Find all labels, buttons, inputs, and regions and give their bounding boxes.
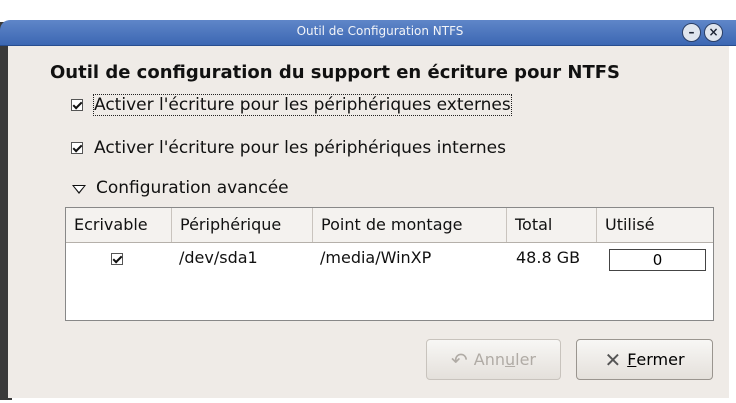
cancel-label-mnemonic: u <box>504 350 516 369</box>
window-title: Outil de Configuration NTFS <box>296 24 464 38</box>
col-used[interactable]: Utilisé <box>597 208 714 242</box>
col-mount[interactable]: Point de montage <box>313 208 507 242</box>
col-total[interactable]: Total <box>507 208 597 242</box>
checkbox-internal[interactable] <box>71 142 83 154</box>
advanced-config-expander[interactable]: Configuration avancée <box>72 178 289 198</box>
minimize-icon: – <box>688 25 695 39</box>
cancel-label-post: ler <box>515 350 536 369</box>
close-label-mnemonic: F <box>627 350 637 369</box>
advanced-config-label[interactable]: Configuration avancée <box>96 178 289 198</box>
cancel-button[interactable]: ↶ Ann u ler <box>426 339 561 380</box>
row-mount: /media/WinXP <box>320 248 432 267</box>
expander-triangle-icon[interactable] <box>72 184 86 194</box>
page-title: Outil de configuration du support en écr… <box>50 62 620 83</box>
row-total: 48.8 GB <box>516 248 581 267</box>
cancel-label-pre: Ann <box>473 350 505 369</box>
row-device: /dev/sda1 <box>179 248 258 267</box>
option-internal-devices[interactable]: Activer l'écriture pour les périphérique… <box>71 138 506 158</box>
devices-table: Ecrivable Périphérique Point de montage … <box>65 207 714 321</box>
close-label-post: ermer <box>636 350 685 369</box>
close-window-button[interactable]: × <box>704 23 723 42</box>
undo-arrow-icon: ↶ <box>450 347 468 372</box>
col-device[interactable]: Périphérique <box>172 208 313 242</box>
row-writable-checkbox[interactable] <box>111 253 123 265</box>
x-icon: ✕ <box>604 347 622 372</box>
table-header: Ecrivable Périphérique Point de montage … <box>66 208 713 243</box>
close-button[interactable]: ✕ Fermer <box>576 339 713 380</box>
option-external-devices[interactable]: Activer l'écriture pour les périphérique… <box>71 94 512 116</box>
option-internal-label[interactable]: Activer l'écriture pour les périphérique… <box>94 138 506 158</box>
col-writable[interactable]: Ecrivable <box>66 208 172 242</box>
checkbox-external[interactable] <box>71 99 83 111</box>
row-used-field[interactable]: 0 <box>609 249 706 271</box>
title-bar[interactable]: Outil de Configuration NTFS – × <box>0 20 736 46</box>
minimize-button[interactable]: – <box>682 23 701 42</box>
close-icon: × <box>708 25 719 39</box>
option-external-label[interactable]: Activer l'écriture pour les périphérique… <box>93 94 512 116</box>
